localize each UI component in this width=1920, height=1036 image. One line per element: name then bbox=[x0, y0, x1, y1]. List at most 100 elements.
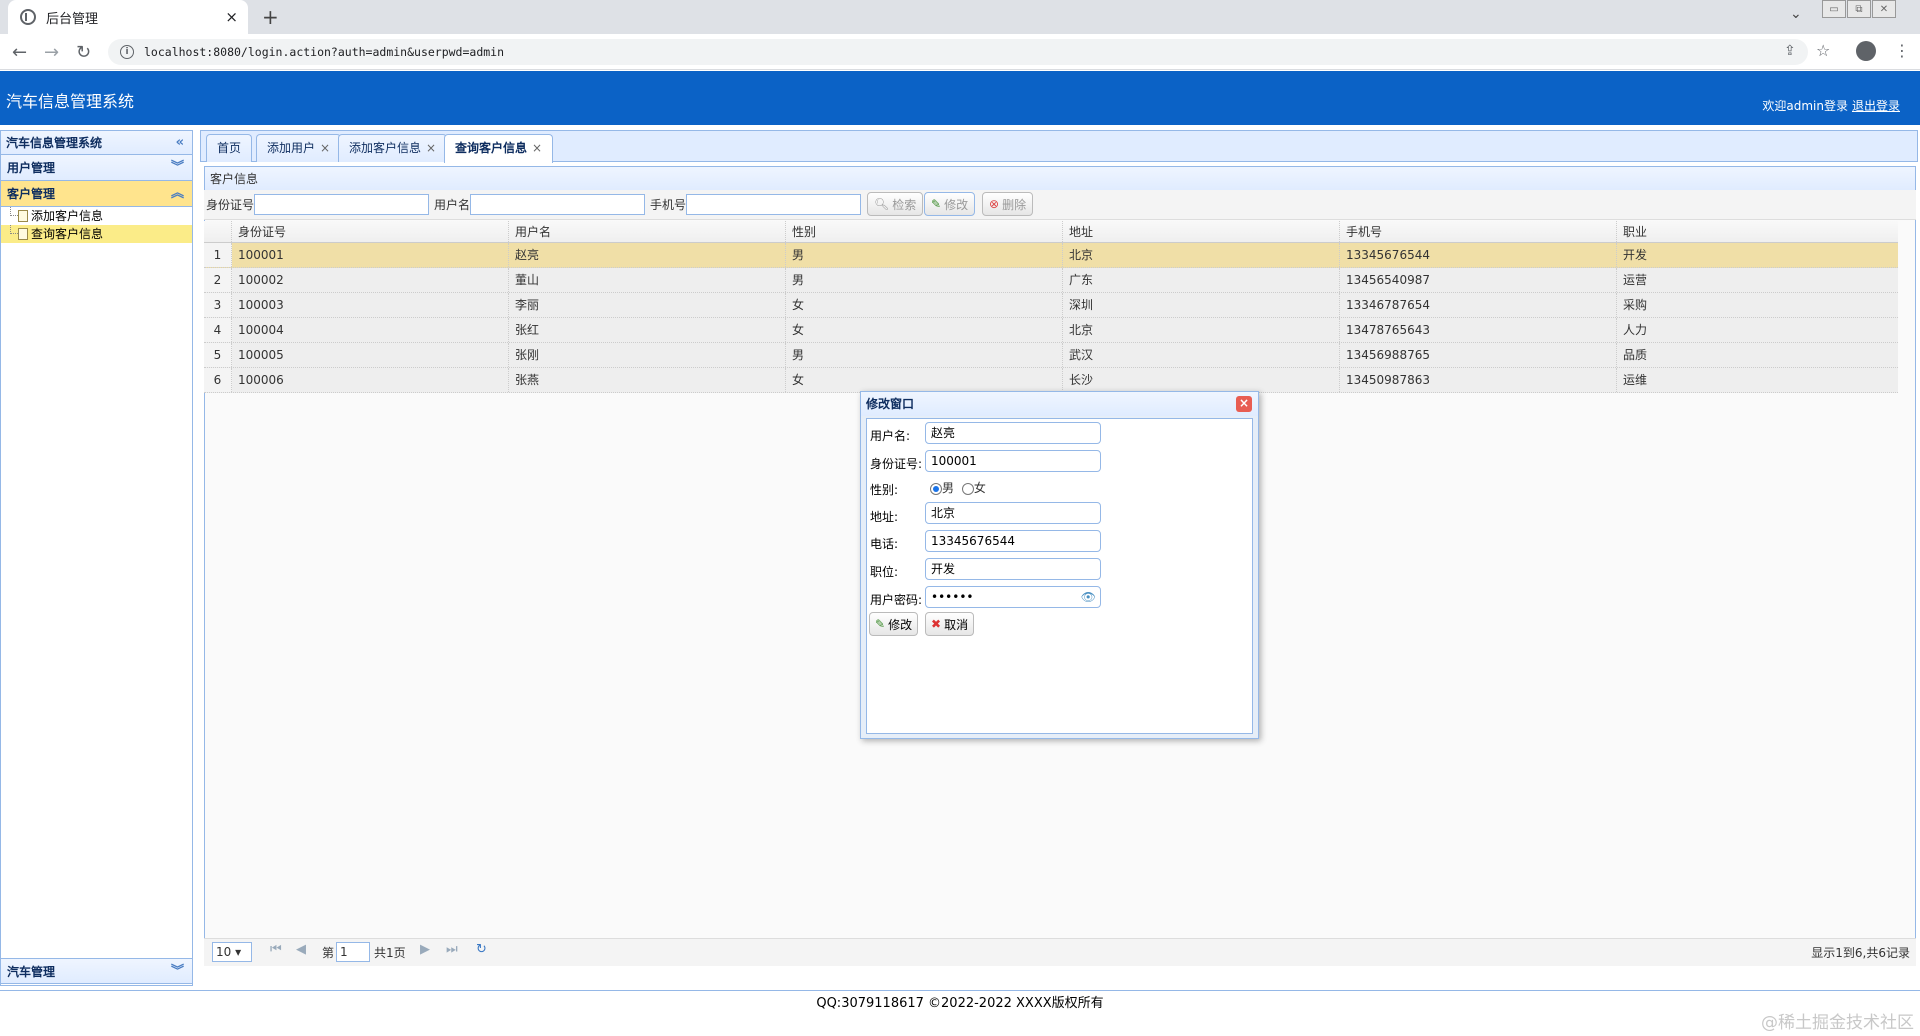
prev-page-icon[interactable]: ◀ bbox=[296, 942, 306, 957]
search-button[interactable]: 🔍︎ 检索 bbox=[867, 192, 924, 216]
edit-button[interactable]: ✎ 修改 bbox=[924, 192, 976, 216]
new-tab-button[interactable]: + bbox=[262, 5, 279, 29]
table-row[interactable]: 5 100005 张刚 男 武汉 13456988765 品质 bbox=[204, 343, 1898, 368]
column-header[interactable]: 地址 bbox=[1063, 221, 1340, 242]
tab-home[interactable]: 首页 bbox=[206, 134, 253, 162]
eye-icon[interactable]: 👁︎ bbox=[1081, 587, 1096, 607]
back-icon[interactable]: ← bbox=[12, 42, 27, 63]
table-row[interactable]: 3 100003 李丽 女 深圳 13346787654 采购 bbox=[204, 293, 1898, 318]
address-label: 地址: bbox=[870, 510, 899, 524]
restore-icon[interactable]: ⧉ bbox=[1847, 0, 1871, 18]
table-cell: 运维 bbox=[1623, 373, 1648, 387]
url-bar[interactable]: i localhost:8080/login.action?auth=admin… bbox=[108, 39, 1808, 65]
column-header[interactable]: 身份证号 bbox=[232, 221, 509, 242]
job-label: 职位: bbox=[870, 565, 899, 579]
table-cell: 13456988765 bbox=[1340, 343, 1617, 367]
table-cell: 武汉 bbox=[1063, 343, 1340, 367]
tab-close-icon[interactable]: × bbox=[426, 141, 436, 155]
sidebar-item-query-customer[interactable]: 查询客户信息 bbox=[1, 225, 192, 243]
sidebar-section-customer[interactable]: 客户管理 ︽ bbox=[1, 181, 192, 207]
button-label: 删除 bbox=[1002, 197, 1027, 212]
collapse-section-icon[interactable]: ︽ bbox=[171, 181, 184, 207]
column-header[interactable]: 手机号 bbox=[1340, 221, 1617, 242]
chevron-down-icon[interactable]: ⌄ bbox=[1790, 6, 1802, 22]
browser-tab-title: 后台管理 bbox=[46, 11, 99, 27]
tab-add-customer[interactable]: 添加客户信息 × bbox=[338, 134, 448, 162]
last-page-icon[interactable]: ⏭ bbox=[446, 942, 458, 957]
next-page-icon[interactable]: ▶ bbox=[420, 942, 430, 957]
sidebar-section-car[interactable]: 汽车管理 ︾ bbox=[1, 958, 192, 984]
sidebar-section-user[interactable]: 用户管理 ︾ bbox=[1, 155, 192, 181]
button-label: 取消 bbox=[944, 617, 969, 632]
collapse-icon[interactable]: « bbox=[176, 131, 184, 155]
reload-icon[interactable]: ↻ bbox=[76, 42, 91, 63]
table-row[interactable]: 1 100001 赵亮 男 北京 13345676544 开发 bbox=[204, 243, 1898, 268]
share-icon[interactable]: ⇪ bbox=[1784, 43, 1796, 59]
watermark: @稀土掘金技术社区 bbox=[1761, 1013, 1914, 1033]
panel-title: 客户信息 bbox=[210, 172, 259, 186]
id-search-input[interactable] bbox=[254, 194, 429, 215]
table-cell: 100001 bbox=[232, 243, 509, 267]
page-size-select[interactable]: 10 ▾ bbox=[212, 942, 252, 962]
table-row[interactable]: 4 100004 张红 女 北京 13478765643 人力 bbox=[204, 318, 1898, 343]
id-input[interactable]: 100001 bbox=[925, 450, 1101, 472]
phone-search-input[interactable] bbox=[686, 194, 861, 215]
welcome-area: 欢迎admin登录 退出登录 bbox=[1762, 97, 1900, 114]
button-label: 修改 bbox=[944, 197, 969, 212]
female-radio[interactable] bbox=[961, 482, 974, 495]
tab-close-icon[interactable]: × bbox=[532, 141, 542, 155]
phone-search-label: 手机号 bbox=[650, 198, 687, 212]
table-cell: 董山 bbox=[509, 268, 786, 292]
tab-query-customer[interactable]: 查询客户信息 × bbox=[444, 134, 554, 163]
close-icon[interactable]: × bbox=[1236, 396, 1252, 412]
password-input[interactable]: •••••• 👁︎ bbox=[925, 586, 1101, 608]
table-row[interactable]: 2 100002 董山 男 广东 13456540987 运营 bbox=[204, 268, 1898, 293]
forward-icon[interactable]: → bbox=[44, 42, 59, 63]
dialog-title: 修改窗口 bbox=[866, 397, 915, 411]
name-input[interactable]: 赵亮 bbox=[925, 422, 1101, 444]
table-cell: 13345676544 bbox=[1340, 243, 1617, 267]
button-label: 修改 bbox=[888, 617, 913, 632]
table-cell: 100004 bbox=[232, 318, 509, 342]
tab-label: 查询客户信息 bbox=[455, 141, 528, 155]
profile-avatar-icon[interactable] bbox=[1856, 41, 1876, 61]
sidebar-header: 汽车信息管理系统 « bbox=[1, 131, 192, 155]
table-cell: 100005 bbox=[232, 343, 509, 367]
sidebar-item-add-customer[interactable]: 添加客户信息 bbox=[1, 207, 192, 225]
page-number-input[interactable]: 1 bbox=[336, 942, 370, 962]
table-row[interactable]: 6 100006 张燕 女 长沙 13450987863 运维 bbox=[204, 368, 1898, 393]
logout-link[interactable]: 退出登录 bbox=[1852, 99, 1900, 113]
name-label: 用户名: bbox=[870, 429, 911, 443]
phone-input[interactable]: 13345676544 bbox=[925, 530, 1101, 552]
tab-close-icon[interactable]: × bbox=[225, 8, 238, 26]
close-window-icon[interactable]: ✕ bbox=[1872, 0, 1896, 18]
dialog-cancel-button[interactable]: ✖ 取消 bbox=[925, 612, 975, 636]
delete-icon: ⊗ bbox=[989, 197, 1000, 211]
refresh-icon[interactable]: ↻ bbox=[476, 942, 487, 957]
user-search-input[interactable] bbox=[470, 194, 645, 215]
job-input[interactable]: 开发 bbox=[925, 558, 1101, 580]
more-menu-icon[interactable]: ⋮ bbox=[1894, 41, 1910, 60]
browser-tab[interactable]: 后台管理 × bbox=[8, 0, 248, 34]
column-header[interactable]: 性别 bbox=[786, 221, 1063, 242]
cancel-icon: ✖ bbox=[931, 617, 942, 631]
expand-icon[interactable]: ︾ bbox=[171, 155, 184, 181]
dialog-save-button[interactable]: ✎ 修改 bbox=[869, 612, 919, 636]
male-radio[interactable] bbox=[930, 482, 942, 495]
star-icon[interactable]: ☆ bbox=[1816, 41, 1830, 60]
column-header[interactable]: 职业 bbox=[1617, 221, 1898, 242]
minimize-icon[interactable]: ▭ bbox=[1822, 0, 1846, 18]
password-value: •••••• bbox=[931, 590, 974, 604]
table-cell: 赵亮 bbox=[509, 243, 786, 267]
table-cell: 品质 bbox=[1623, 348, 1648, 362]
info-icon[interactable]: i bbox=[120, 45, 134, 59]
tab-close-icon[interactable]: × bbox=[320, 141, 330, 155]
delete-button[interactable]: ⊗ 删除 bbox=[982, 192, 1034, 216]
expand-icon[interactable]: ︾ bbox=[171, 959, 184, 985]
male-label: 男 bbox=[942, 481, 955, 495]
sidebar-title: 汽车信息管理系统 bbox=[6, 136, 103, 150]
first-page-icon[interactable]: ⏮ bbox=[270, 942, 282, 957]
address-input[interactable]: 北京 bbox=[925, 502, 1101, 524]
tab-add-user[interactable]: 添加用户 × bbox=[256, 134, 342, 162]
column-header[interactable]: 用户名 bbox=[509, 221, 786, 242]
